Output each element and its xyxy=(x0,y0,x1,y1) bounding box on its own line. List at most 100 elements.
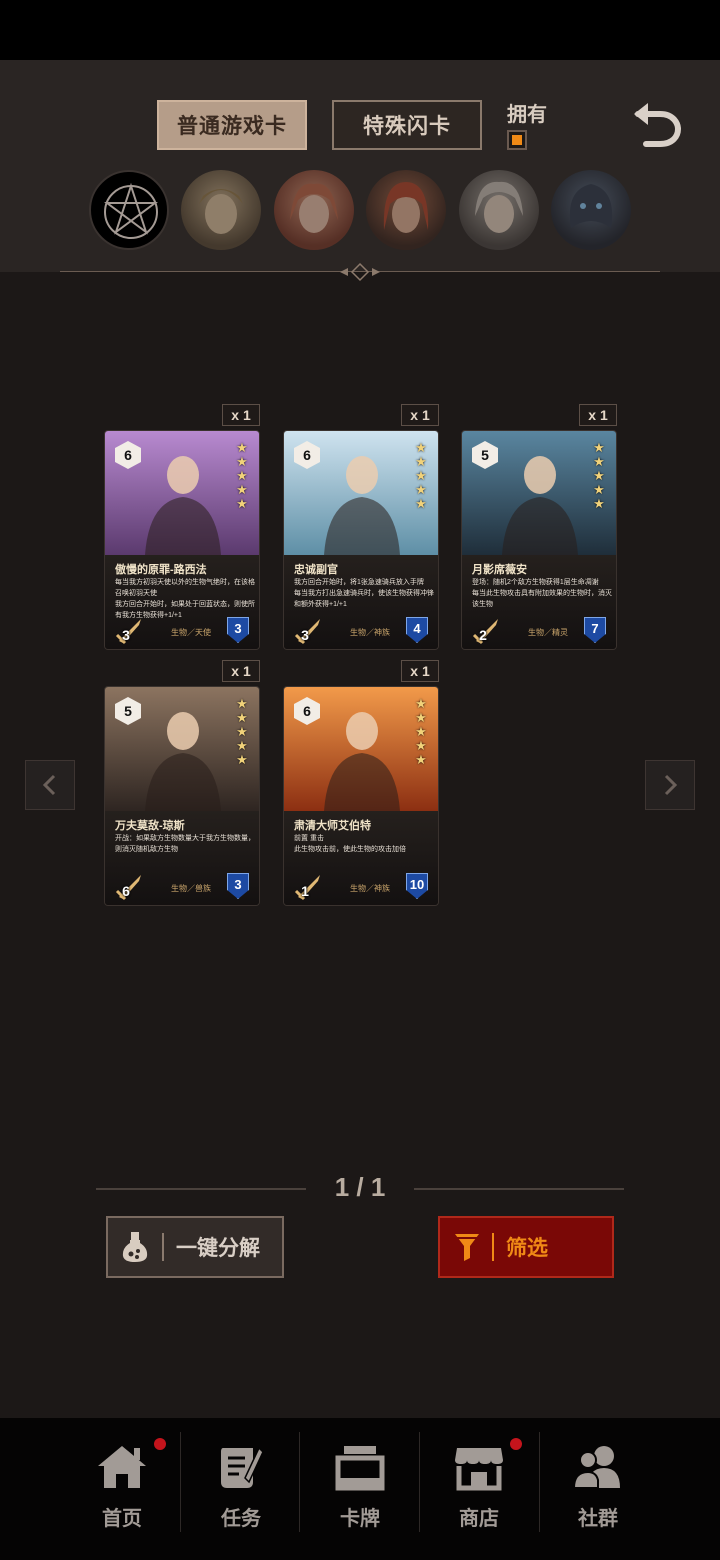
hero-avatar-4[interactable] xyxy=(459,170,539,250)
hero-avatar-1[interactable] xyxy=(181,170,261,250)
card-rarity-stars: ★ ★ ★ ★ ★ xyxy=(590,441,608,511)
tab-special-flash-cards[interactable]: 特殊闪卡 xyxy=(332,100,482,150)
card-desc-line: 前置 重击 xyxy=(294,835,324,842)
cards-icon xyxy=(335,1446,385,1491)
star-icon: ★ xyxy=(593,454,605,469)
shop-notification-dot xyxy=(510,1438,522,1450)
card-attack-value: 3 xyxy=(301,627,309,643)
nav-quests-label: 任务 xyxy=(221,1508,261,1530)
card-name: 傲慢的原罪-路西法 xyxy=(115,564,207,576)
back-arrow-icon xyxy=(634,103,682,147)
card-type: 生物／精灵 xyxy=(528,628,568,637)
star-icon: ★ xyxy=(415,710,427,725)
star-icon: ★ xyxy=(236,440,248,455)
card-rarity-stars: ★ ★ ★ ★ ★ xyxy=(233,697,251,767)
hero-portrait-icon xyxy=(199,189,243,234)
hero-avatar-5[interactable] xyxy=(551,170,631,250)
decompose-label: 一键分解 xyxy=(176,1237,260,1260)
card-health-shield: 3 xyxy=(227,617,249,643)
chevron-right-icon xyxy=(664,774,678,796)
card-type: 生物／天使 xyxy=(171,628,211,637)
card-type: 生物／神族 xyxy=(350,884,390,893)
card-text-panel: 傲慢的原罪-路西法 每当我方初羽天使以外的生物气绝时，在该格召唤初羽天使 我方回合开… xyxy=(105,555,259,649)
button-separator xyxy=(492,1233,494,1261)
card-name: 月影席薇安 xyxy=(472,564,527,576)
star-icon: ★ xyxy=(236,496,248,511)
card-desc-line: 每当我方打出急速骑兵时，使该生物获得冲锋和额外获得+1/+1 xyxy=(294,590,434,608)
hero-avatar-3[interactable] xyxy=(366,170,446,250)
star-icon: ★ xyxy=(593,440,605,455)
back-button[interactable] xyxy=(630,100,686,150)
card-description: 前置 重击 此生物攻击前，使此生物的攻击加倍 xyxy=(294,833,434,855)
star-icon: ★ xyxy=(415,468,427,483)
card-rarity-stars: ★ ★ ★ ★ ★ xyxy=(233,441,251,511)
status-bar xyxy=(0,0,720,60)
potion-flask-icon xyxy=(122,1232,148,1262)
card-desc-line: 我方回合开始时，将1张急速骑兵放入手牌 xyxy=(294,579,424,586)
star-icon: ★ xyxy=(236,454,248,469)
card-desc-line: 开战：如果敌方生物数量大于我方生物数量，则消灭随机敌方生物 xyxy=(115,835,255,853)
home-notification-dot xyxy=(154,1438,166,1450)
chevron-left-icon xyxy=(42,774,56,796)
star-icon: ★ xyxy=(236,482,248,497)
community-icon xyxy=(572,1446,620,1489)
card-count-badge: x 1 xyxy=(222,660,260,682)
filter-label: 筛选 xyxy=(506,1237,548,1260)
card-desc-line: 登场：随机2个敌方生物获得1层生命凋谢 xyxy=(472,579,599,586)
card-rarity-stars: ★ ★ ★ ★ ★ xyxy=(412,697,430,767)
quest-scroll-icon xyxy=(221,1446,264,1488)
nav-shop-label: 商店 xyxy=(459,1508,499,1530)
card-albert[interactable]: x 1 6 ★ ★ ★ ★ ★ 肃清大师艾伯特 前置 重击 此生物攻击前，使此生物的攻击加倍 1 生物… xyxy=(283,660,439,906)
card-count-badge: x 1 xyxy=(401,404,439,426)
card-attack-value: 6 xyxy=(122,883,130,899)
nav-cards[interactable]: 卡牌 xyxy=(300,1418,420,1560)
card-description: 我方回合开始时，将1张急速骑兵放入手牌每当我方打出急速骑兵时，使该生物获得冲锋和… xyxy=(294,577,434,610)
decompose-all-button[interactable]: 一键分解 xyxy=(106,1216,284,1278)
nav-quests[interactable]: 任务 xyxy=(181,1418,301,1560)
card-rarity-stars: ★ ★ ★ ★ ★ xyxy=(412,441,430,511)
home-icon xyxy=(98,1446,146,1488)
card-count-badge: x 1 xyxy=(401,660,439,682)
card-health-shield: 4 xyxy=(406,617,428,643)
card-loyal-adjutant[interactable]: x 1 6 ★ ★ ★ ★ ★ 忠诚副官 我方回合开始时，将1张急速骑兵放入手牌 每当我方打出急速… xyxy=(283,404,439,650)
card-count-badge: x 1 xyxy=(222,404,260,426)
star-icon: ★ xyxy=(236,710,248,725)
ornament-icon xyxy=(340,262,380,282)
star-icon: ★ xyxy=(415,440,427,455)
filter-button[interactable]: 筛选 xyxy=(438,1216,614,1278)
card-health-shield: 10 xyxy=(406,873,428,899)
card-moonshadow-sylvan[interactable]: x 1 5 ★ ★ ★ ★ ★ 月影席薇安 登场：随机2个敌方生物获得1层生命凋谢 每当此生物攻击… xyxy=(461,404,617,650)
funnel-icon xyxy=(455,1234,479,1261)
nav-shop[interactable]: 商店 xyxy=(419,1418,539,1560)
star-icon: ★ xyxy=(415,482,427,497)
star-icon: ★ xyxy=(236,738,248,753)
nav-community[interactable]: 社群 xyxy=(538,1418,658,1560)
star-icon: ★ xyxy=(593,482,605,497)
pager-line-right xyxy=(414,1188,624,1190)
hero-filter-all[interactable] xyxy=(89,170,169,250)
star-icon: ★ xyxy=(415,454,427,469)
card-lucifer[interactable]: x 1 6 ★ ★ ★ ★ ★ 傲慢的原罪-路西法 每当我方初羽天使以外的生物气绝时，在该格召唤… xyxy=(104,404,260,650)
card-face: 5 ★ ★ ★ ★ ★ 月影席薇安 登场：随机2个敌方生物获得1层生命凋谢 每当此生物攻击具有附… xyxy=(461,430,617,650)
star-icon: ★ xyxy=(593,496,605,511)
tab-normal-cards[interactable]: 普通游戏卡 xyxy=(157,100,307,150)
card-desc-line: 每当我方初羽天使以外的生物气绝时，在该格召唤初羽天使 xyxy=(115,579,255,597)
star-icon: ★ xyxy=(236,468,248,483)
card-type: 生物／神族 xyxy=(350,628,390,637)
owned-filter-label: 拥有 xyxy=(507,104,547,126)
card-name: 肃清大师艾伯特 xyxy=(294,820,371,832)
prev-page-button[interactable] xyxy=(25,760,75,810)
card-face: 5 ★ ★ ★ ★ ★ 万夫莫敌-琼斯 开战：如果敌方生物数量大于我方生物数量，则消灭随机敌方… xyxy=(104,686,260,906)
page-indicator: 1 / 1 xyxy=(334,1172,386,1202)
hero-avatar-2[interactable] xyxy=(274,170,354,250)
card-jones[interactable]: x 1 5 ★ ★ ★ ★ ★ 万夫莫敌-琼斯 开战：如果敌方生物数量大于我方生物数量，则消灭随… xyxy=(104,660,260,906)
hero-portrait-icon xyxy=(290,183,338,233)
card-text-panel: 万夫莫敌-琼斯 开战：如果敌方生物数量大于我方生物数量，则消灭随机敌方生物 6 生物／… xyxy=(105,811,259,905)
owned-checkbox[interactable] xyxy=(507,130,527,150)
pager-line-left xyxy=(96,1188,306,1190)
next-page-button[interactable] xyxy=(645,760,695,810)
nav-cards-label: 卡牌 xyxy=(340,1508,380,1530)
star-icon: ★ xyxy=(415,738,427,753)
star-icon: ★ xyxy=(236,752,248,767)
card-attack-value: 2 xyxy=(479,627,487,643)
